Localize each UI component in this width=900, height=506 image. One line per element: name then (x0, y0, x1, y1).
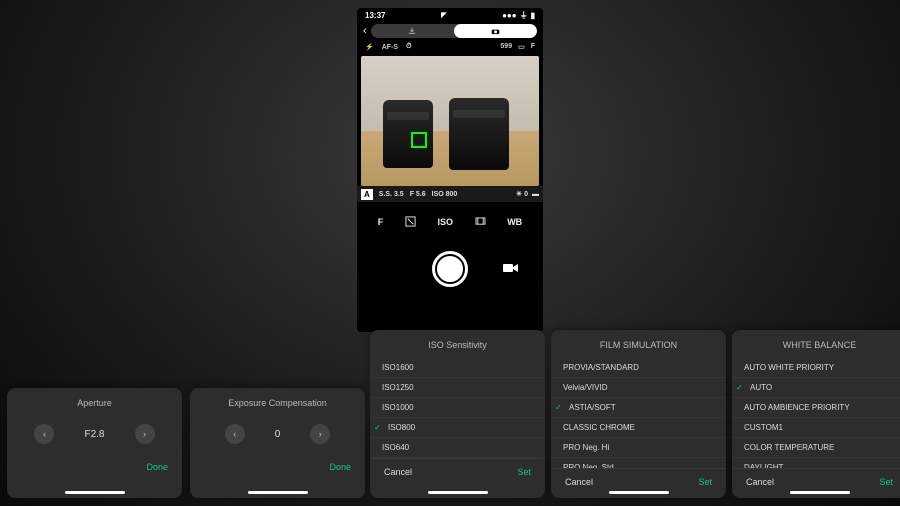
mode-toggle[interactable] (371, 24, 537, 38)
download-mode-tab[interactable] (371, 24, 454, 38)
sheet-title: WHITE BALANCE (732, 330, 900, 358)
done-button[interactable]: Done (190, 456, 365, 480)
timer-icon: ⏱ (406, 43, 411, 51)
decrease-button[interactable]: ‹ (225, 424, 245, 444)
aperture-value-display: F2.8 (84, 429, 104, 440)
exposure-bar: A S.S. 3.5 F 5.6 ISO 800 ☀ 0 ▬ (357, 186, 543, 202)
list-item[interactable]: ISO1250 (370, 378, 545, 398)
shots-remaining: 599 (500, 43, 512, 51)
shutter-area (357, 244, 543, 294)
format-icon: F (531, 43, 535, 51)
sheet-title: ISO Sensitivity (370, 330, 545, 358)
film-list: PROVIA/STANDARDVelvia/VIVIDASTIA/SOFTCLA… (551, 358, 726, 468)
wb-sheet: WHITE BALANCE AUTO WHITE PRIORITYAUTOAUT… (732, 330, 900, 498)
list-item[interactable]: DAYLIGHT (732, 458, 900, 468)
list-item[interactable]: ISO1000 (370, 398, 545, 418)
exposure-control[interactable] (405, 216, 416, 229)
list-item[interactable]: CUSTOM1 (732, 418, 900, 438)
mode-badge: A (361, 189, 373, 200)
list-item[interactable]: ISO1600 (370, 358, 545, 378)
iso-control[interactable]: ISO (437, 217, 453, 227)
aperture-control[interactable]: F (378, 217, 384, 227)
camera-info-row: ⚡ AF-S ⏱ 599 ▭ F (357, 40, 543, 54)
film-control[interactable] (475, 217, 486, 228)
ev-value: ☀ 0 (516, 190, 528, 198)
home-indicator[interactable] (248, 491, 308, 494)
set-button[interactable]: Set (879, 477, 893, 487)
iso-list: ISO1600ISO1250ISO1000ISO800ISO640 (370, 358, 545, 458)
aperture-sheet: Aperture ‹ F2.8 › Done (7, 388, 182, 498)
list-item[interactable]: CLASSIC CHROME (551, 418, 726, 438)
battery-icon: ▮ (531, 11, 535, 20)
quality-icon: ▭ (518, 43, 525, 51)
exposure-comp-sheet: Exposure Compensation ‹ 0 › Done (190, 388, 365, 498)
af-mode: AF-S (382, 44, 398, 51)
set-button[interactable]: Set (698, 477, 712, 487)
location-icon: ◤ (441, 11, 446, 19)
viewfinder[interactable] (361, 56, 539, 186)
list-item[interactable]: ISO640 (370, 438, 545, 458)
home-indicator[interactable] (790, 491, 850, 494)
list-item[interactable]: PRO Neg. Std (551, 458, 726, 468)
back-button[interactable]: ‹ (363, 25, 367, 37)
list-item[interactable]: AUTO (732, 378, 900, 398)
signal-icon: ●●● (502, 11, 517, 20)
clock: 13:37 (365, 11, 385, 20)
decrease-button[interactable]: ‹ (34, 424, 54, 444)
sheet-title: FILM SIMULATION (551, 330, 726, 358)
shutter-speed: S.S. 3.5 (379, 191, 404, 198)
sheet-title: Aperture (7, 388, 182, 418)
home-indicator[interactable] (65, 491, 125, 494)
phone-frame: 13:37 ◤ ●●● ⏚ ▮ ‹ ⚡ AF-S ⏱ 599 ▭ F A S.S… (357, 8, 543, 332)
cancel-button[interactable]: Cancel (746, 477, 774, 487)
camera-mode-tab[interactable] (454, 24, 537, 38)
list-item[interactable]: PROVIA/STANDARD (551, 358, 726, 378)
increase-button[interactable]: › (135, 424, 155, 444)
subject-lens-2 (449, 98, 509, 170)
list-item[interactable]: COLOR TEMPERATURE (732, 438, 900, 458)
list-item[interactable]: PRO Neg. Hi (551, 438, 726, 458)
iso-value: ISO 800 (432, 191, 458, 198)
battery-indicator: ▬ (532, 191, 539, 198)
ev-value-display: 0 (275, 429, 281, 440)
cancel-button[interactable]: Cancel (384, 467, 412, 477)
video-mode-button[interactable] (503, 261, 519, 277)
set-button[interactable]: Set (517, 467, 531, 477)
list-item[interactable]: ASTIA/SOFT (551, 398, 726, 418)
settings-row: F ISO WB (357, 208, 543, 236)
home-indicator[interactable] (609, 491, 669, 494)
top-nav: ‹ (357, 22, 543, 40)
done-button[interactable]: Done (7, 456, 182, 480)
sheet-title: Exposure Compensation (190, 388, 365, 418)
list-item[interactable]: AUTO AMBIENCE PRIORITY (732, 398, 900, 418)
flash-icon: ⚡ (365, 43, 374, 51)
iso-sheet: ISO Sensitivity ISO1600ISO1250ISO1000ISO… (370, 330, 545, 498)
cancel-button[interactable]: Cancel (565, 477, 593, 487)
focus-point[interactable] (411, 132, 427, 148)
wifi-icon: ⏚ (520, 10, 528, 21)
list-item[interactable]: Velvia/VIVID (551, 378, 726, 398)
increase-button[interactable]: › (310, 424, 330, 444)
wb-list: AUTO WHITE PRIORITYAUTOAUTO AMBIENCE PRI… (732, 358, 900, 468)
status-bar: 13:37 ◤ ●●● ⏚ ▮ (357, 8, 543, 22)
aperture-value: F 5.6 (410, 191, 426, 198)
film-sim-sheet: FILM SIMULATION PROVIA/STANDARDVelvia/VI… (551, 330, 726, 498)
list-item[interactable]: ISO800 (370, 418, 545, 438)
home-indicator[interactable] (428, 491, 488, 494)
list-item[interactable]: AUTO WHITE PRIORITY (732, 358, 900, 378)
wb-control[interactable]: WB (507, 217, 522, 227)
